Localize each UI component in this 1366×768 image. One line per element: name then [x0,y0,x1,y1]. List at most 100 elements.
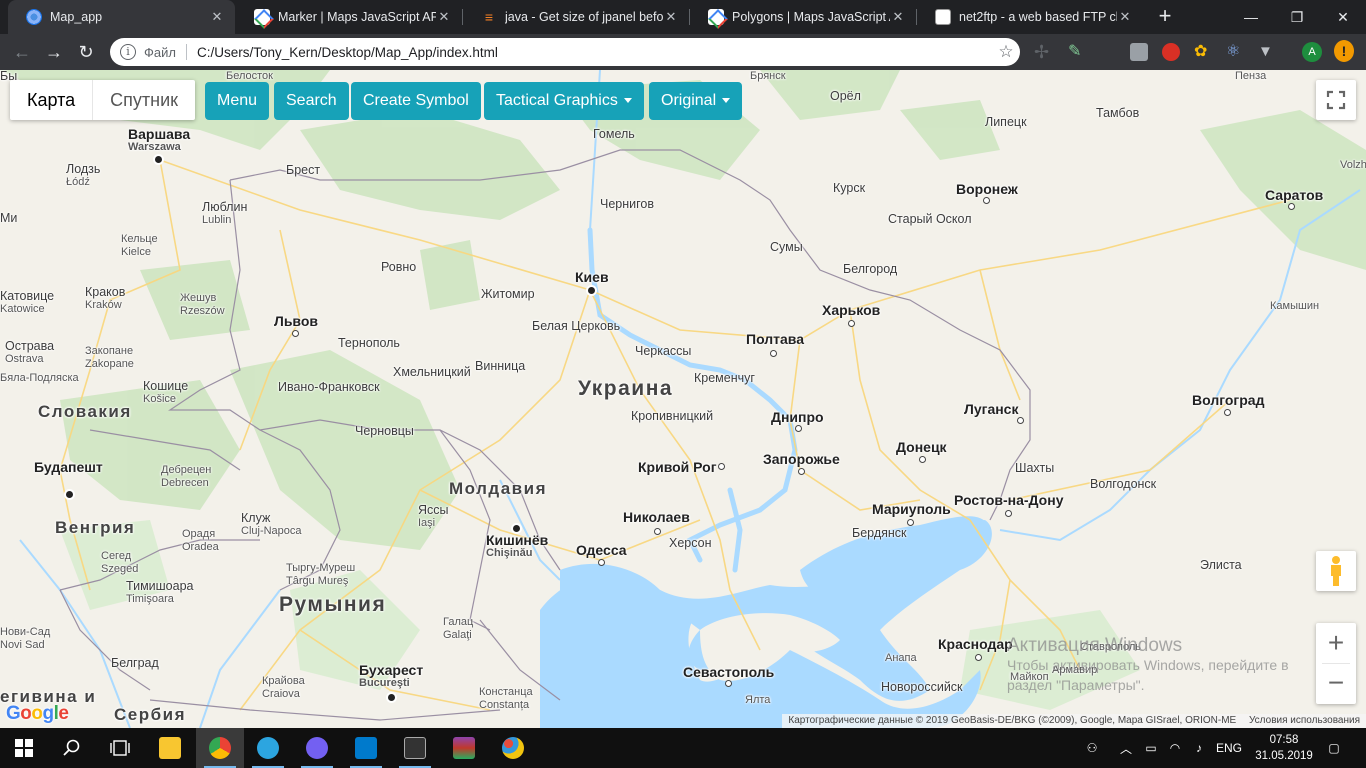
tab-stackoverflow[interactable]: ≡ java - Get size of jpanel before ✕ [463,0,689,34]
city-label-berdiansk: Бердянск [852,526,907,540]
extension-red-icon[interactable] [1162,43,1180,61]
country-label-partial: егивина и [0,687,97,706]
people-icon[interactable]: ⚇ [1080,728,1104,768]
city-local-name: Szeged [101,563,139,575]
pegman-icon [1331,556,1341,586]
clock-date: 31.05.2019 [1255,750,1313,762]
start-button[interactable] [0,728,48,768]
extension-pen-icon[interactable]: ✎ [1068,43,1086,61]
url-text[interactable]: C:/Users/Tony_Kern/Desktop/Map_App/index… [197,45,992,60]
close-tab-icon[interactable]: ✕ [890,9,906,25]
extension-square-icon[interactable] [1130,43,1148,61]
city-name: Кошице [143,379,189,393]
map-type-map-button[interactable]: Карта [10,80,94,120]
fullscreen-button[interactable] [1316,80,1356,120]
extension-vue-icon[interactable]: ▼ [1258,43,1276,61]
new-tab-button[interactable]: + [1152,4,1178,30]
zoom-out-button[interactable]: − [1316,664,1356,704]
map-type-satellite-button[interactable]: Спутник [93,80,195,120]
extension-react-icon[interactable]: ⚛ [1226,43,1244,61]
city-marker [718,463,725,470]
city-label-zakopane: Закопане Zakopane [85,345,134,371]
vscode-taskbar[interactable] [342,728,390,768]
city-label-cluj: Клуж Cluj-Napoca [241,512,302,538]
city-local-name: Zakopane [85,358,134,370]
winrar-taskbar[interactable] [440,728,488,768]
city-local-name: Łódź [66,176,90,188]
capital-marker [155,156,162,163]
city-marker [725,680,732,687]
menu-button[interactable]: Menu [205,82,270,120]
reload-button[interactable]: ↻ [72,38,100,66]
chrome-taskbar[interactable] [196,728,244,768]
close-window-button[interactable]: ✕ [1320,0,1366,34]
info-icon[interactable]: i [120,44,136,60]
close-tab-icon[interactable]: ✕ [436,9,452,25]
street-view-pegman[interactable] [1316,551,1356,591]
tab-map-app[interactable]: Map_app ✕ [8,0,235,34]
city-local-name: Rzeszów [180,305,225,317]
minimize-button[interactable]: — [1228,0,1274,34]
stackoverflow-icon: ≡ [484,9,494,25]
tab-marker[interactable]: Marker | Maps JavaScript API ✕ [236,0,462,34]
extension-move-icon[interactable]: ✢ [1034,43,1052,61]
notifications-icon[interactable]: ▢ [1322,728,1346,768]
tactical-graphics-dropdown[interactable]: Tactical Graphics [484,82,644,120]
city-local-name: Chişinău [486,547,533,559]
tab-polygons[interactable]: Polygons | Maps JavaScript AI ✕ [690,0,916,34]
city-label-bila: Белая Церковь [532,319,621,333]
country-label-hungary: Венгрия [55,518,136,537]
city-local-name: Craiova [262,688,300,700]
wifi-icon[interactable]: ◠ [1164,728,1186,768]
city-label-timisoara: Тимишоара Timişoara [126,580,193,606]
google-maps-dev-icon [708,9,724,25]
extension-flower-icon[interactable]: ✿ [1194,43,1212,61]
tab-net2ftp[interactable]: net2ftp - a web based FTP clie ✕ [917,0,1143,34]
forward-button[interactable]: → [40,38,68,66]
city-label-biala: Бяла-Подляска [0,372,79,384]
task-view-button[interactable] [96,728,144,768]
city-label-luhansk: Луганск [964,401,1019,417]
city-label-cherkasy: Черкассы [635,344,692,358]
language-indicator[interactable]: ENG [1212,728,1246,768]
city-label-rzeszow: Жешув Rzeszów [180,292,225,318]
volume-icon[interactable]: ♪ [1188,728,1210,768]
close-tab-icon[interactable]: ✕ [209,9,225,25]
original-dropdown[interactable]: Original [649,82,743,120]
battery-icon[interactable]: ▭ [1140,728,1162,768]
city-label-lipetsk: Липецк [985,115,1027,129]
city-label-sumy: Сумы [770,240,803,254]
bookmark-star-icon[interactable]: ☆ [992,42,1020,62]
file-explorer-taskbar[interactable] [146,728,194,768]
chrome-menu-icon[interactable]: ! [1334,40,1354,62]
show-hidden-icons[interactable]: ︿ [1116,728,1136,768]
zoom-in-button[interactable]: + [1316,623,1356,663]
terms-link[interactable]: Условия использования [1249,715,1360,726]
search-icon [63,739,80,756]
country-label-serbia: Сербия [114,705,186,724]
terminal-taskbar[interactable] [391,728,439,768]
viber-taskbar[interactable] [293,728,341,768]
close-tab-icon[interactable]: ✕ [1117,9,1133,25]
city-label-donetsk: Донецк [896,439,947,455]
city-name: Крайова [262,675,305,687]
address-bar[interactable]: i Файл C:/Users/Tony_Kern/Desktop/Map_Ap… [110,38,1020,66]
back-button[interactable]: ← [8,38,36,66]
city-name: Лодзь [66,162,101,176]
profile-avatar[interactable]: A [1302,42,1322,62]
system-clock[interactable]: 07:58 31.05.2019 [1255,732,1313,764]
telegram-taskbar[interactable] [244,728,292,768]
tab-title: Polygons | Maps JavaScript AI [732,10,890,24]
city-label-kyiv: Киев [575,269,609,285]
restore-button[interactable]: ❐ [1274,0,1320,34]
map-canvas[interactable]: Украина Молдавия Румыния Венгрия Словаки… [0,70,1366,728]
create-symbol-button[interactable]: Create Symbol [351,82,481,120]
paint-taskbar[interactable] [489,728,537,768]
search-button[interactable]: Search [274,82,349,120]
close-tab-icon[interactable]: ✕ [663,9,679,25]
search-taskbar-button[interactable] [48,728,96,768]
city-local-name: Debrecen [161,477,209,489]
google-logo[interactable]: Google [6,703,69,725]
city-marker [975,654,982,661]
city-label-rivne: Ровно [381,260,417,274]
